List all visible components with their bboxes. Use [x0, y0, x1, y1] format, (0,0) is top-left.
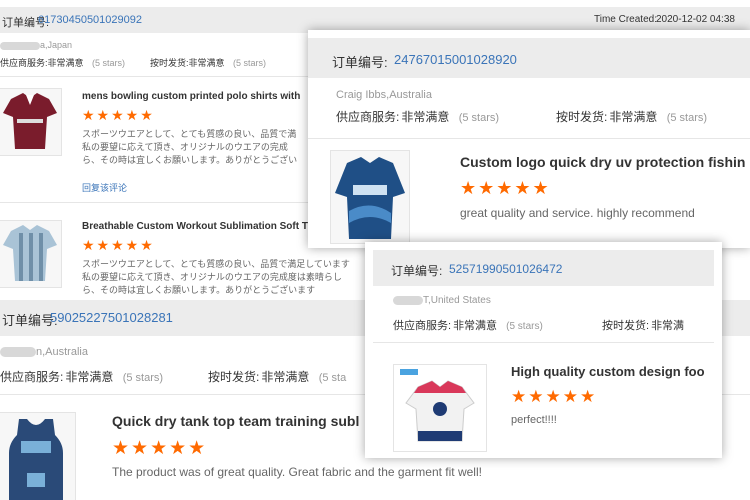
product-title[interactable]: Custom logo quick dry uv protection fish…: [460, 154, 745, 170]
order-label: 订单编号:: [332, 55, 388, 70]
shipping-label: 按时发货:: [208, 370, 260, 384]
product-image-workout-shirt[interactable]: [0, 220, 62, 288]
product-title-2[interactable]: Breathable Custom Workout Sublimation So…: [82, 221, 308, 232]
service-rating: 供应商服务:非常满意 (5 stars): [0, 368, 163, 385]
review-card-fishing-shirt: 订单编号: 24767015001028920 Craig Ibbs,Austr…: [308, 30, 750, 248]
service-label: 供应商服务:: [393, 320, 452, 332]
product-image-tank-top[interactable]: [0, 412, 76, 500]
polo-shirt-icon: [3, 93, 57, 149]
blurred-buyer-name: [393, 295, 423, 305]
product-image-fishing-shirt[interactable]: [330, 150, 410, 244]
review-text-2: スポーツウエアとして、とても質感の良い、品質で満足しています 私の要望に応えて頂き…: [82, 259, 350, 295]
shipping-rating: 按时发货:非常满意 (5 stars): [150, 56, 266, 69]
shipping-rating: 按时发货: 非常满: [602, 317, 684, 333]
buyer-info: a,Japan: [0, 40, 72, 50]
service-label: 供应商服务:: [0, 370, 64, 384]
buyer-location: a,Japan: [40, 40, 73, 50]
service-label: 供应商服务:: [0, 58, 48, 68]
shipping-rating: 按时发货: 非常满意 (5 sta: [208, 368, 346, 385]
service-label: 供应商服务:: [336, 110, 400, 124]
rating-stars-1: ★★★★★: [82, 107, 155, 123]
shipping-rating: 按时发货:非常满意 (5 stars): [556, 108, 707, 125]
time-created-value: 2020-12-02 04:38: [656, 14, 735, 25]
service-value: 非常满意: [47, 58, 84, 68]
divider: [373, 342, 714, 343]
review-text-1: スポーツウエアとして、とても質感の良い、品質で満 私の要望に応えて頂き、オリジナル…: [82, 129, 298, 165]
product-image-polo[interactable]: [0, 88, 62, 156]
divider: [308, 138, 750, 139]
rating-stars-2: ★★★★★: [82, 237, 155, 253]
service-rating: 供应商服务:非常满意 (5 stars): [0, 56, 125, 69]
review-text: The product was of great quality. Great …: [112, 465, 482, 479]
service-stars: (5 stars): [92, 58, 126, 68]
shipping-label: 按时发货:: [556, 110, 608, 124]
product-title[interactable]: High quality custom design foo: [511, 364, 705, 379]
buyer-info: n,Australia: [0, 346, 88, 358]
review-text: great quality and service. highly recomm…: [460, 206, 695, 220]
order-label: 订单编号:: [391, 264, 443, 278]
service-stars: (5 stars): [458, 112, 500, 124]
service-rating: 供应商服务:非常满意 (5 stars): [393, 317, 543, 333]
buyer-info: T,United States: [393, 295, 491, 306]
rating-stars: ★★★★★: [460, 178, 551, 198]
divider: [0, 76, 320, 77]
service-value: 非常满意: [453, 320, 498, 332]
shipping-label: 按时发货:: [150, 58, 189, 68]
service-stars: (5 stars): [506, 321, 543, 332]
service-rating: 供应商服务:非常满意 (5 stars): [336, 108, 499, 125]
divider: [0, 202, 320, 203]
review-text: perfect!!!!: [511, 414, 557, 426]
shipping-stars: (5 stars): [666, 112, 708, 124]
product-title[interactable]: Quick dry tank top team training subl: [112, 413, 359, 429]
service-value: 非常满意: [401, 110, 450, 124]
tank-top-icon: [9, 419, 63, 500]
order-number-link[interactable]: 59025227501028281: [50, 310, 173, 325]
order-number-link[interactable]: 61730450501029092: [38, 14, 142, 26]
shipping-value: 非常满意: [188, 58, 225, 68]
rating-stars: ★★★★★: [112, 438, 208, 459]
shipping-value: 非常满: [651, 320, 685, 332]
buyer-location: n,Australia: [36, 346, 88, 358]
order-header: 订单编号: 52571990501026472: [373, 250, 714, 286]
blurred-buyer-name: [0, 41, 40, 50]
time-created-label: Time Created:: [594, 14, 657, 25]
buyer-location: T,United States: [423, 295, 491, 306]
product-title-1[interactable]: mens bowling custom printed polo shirts …: [82, 91, 300, 102]
shipping-value: 非常满意: [261, 370, 310, 384]
product-image-football-jersey[interactable]: [393, 364, 487, 452]
service-stars: (5 stars): [122, 372, 164, 384]
order-number-link[interactable]: 52571990501026472: [449, 262, 562, 276]
order-number-link[interactable]: 24767015001028920: [394, 52, 517, 67]
shipping-value: 非常满意: [609, 110, 658, 124]
rating-stars: ★★★★★: [511, 387, 598, 406]
shipping-stars: (5 sta: [318, 372, 347, 384]
jersey-icon: [400, 369, 475, 442]
buyer-info: Craig Ibbs,Australia: [336, 89, 432, 101]
review-card-football-jersey: 订单编号: 52571990501026472 T,United States …: [365, 242, 722, 458]
fishing-shirt-icon: [335, 157, 405, 239]
shipping-stars: (5 stars): [233, 58, 267, 68]
blurred-buyer-name: [0, 347, 36, 358]
shipping-label: 按时发货:: [602, 320, 650, 332]
service-value: 非常满意: [65, 370, 114, 384]
order-header: 订单编号: 24767015001028920: [308, 38, 750, 78]
reply-review-link[interactable]: 回复该评论: [82, 181, 127, 194]
tshirt-icon: [3, 225, 57, 281]
